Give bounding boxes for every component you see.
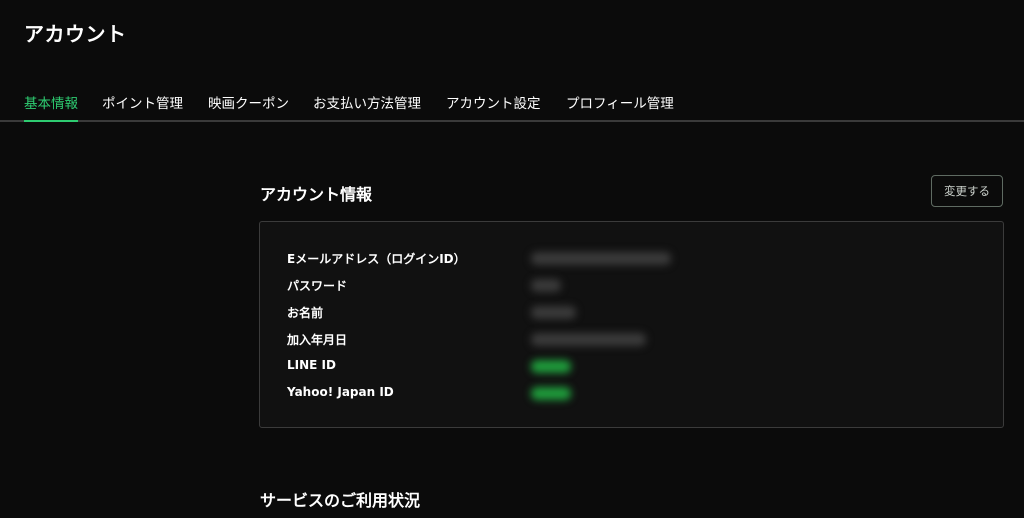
tab-movie-coupon[interactable]: 映画クーポン <box>208 92 289 120</box>
info-row-email: Eメールアドレス（ログインID） <box>287 250 987 268</box>
password-value-blurred <box>531 279 561 292</box>
join-date-value-blurred <box>531 333 646 346</box>
email-value-blurred <box>531 252 671 265</box>
account-info-card: Eメールアドレス（ログインID） パスワード お名前 加入年月日 LINE ID… <box>259 221 1004 428</box>
info-label: 加入年月日 <box>287 333 348 347</box>
account-page: アカウント 基本情報 ポイント管理 映画クーポン お支払い方法管理 アカウント設… <box>0 0 1024 518</box>
yahoo-id-value-blurred <box>531 387 571 400</box>
tab-basic-info[interactable]: 基本情報 <box>24 92 78 122</box>
tab-point-management[interactable]: ポイント管理 <box>102 92 183 120</box>
info-row-join-date: 加入年月日 <box>287 331 987 349</box>
tab-account-settings[interactable]: アカウント設定 <box>446 92 541 120</box>
tab-profile-management[interactable]: プロフィール管理 <box>566 92 674 120</box>
info-row-line-id: LINE ID <box>287 358 987 376</box>
info-label: パスワード <box>287 279 348 293</box>
tab-bar: 基本情報 ポイント管理 映画クーポン お支払い方法管理 アカウント設定 プロフィ… <box>0 92 1024 122</box>
line-id-value-blurred <box>531 360 571 373</box>
tab-payment-management[interactable]: お支払い方法管理 <box>313 92 421 120</box>
info-row-yahoo-id: Yahoo! Japan ID <box>287 385 987 403</box>
page-title: アカウント <box>24 22 127 46</box>
info-label: LINE ID <box>287 358 336 372</box>
edit-button[interactable]: 変更する <box>931 175 1003 207</box>
info-label: Eメールアドレス（ログインID） <box>287 252 466 266</box>
name-value-blurred <box>531 306 576 319</box>
info-row-name: お名前 <box>287 304 987 322</box>
info-label: Yahoo! Japan ID <box>287 385 394 399</box>
account-info-title: アカウント情報 <box>260 185 373 204</box>
info-row-password: パスワード <box>287 277 987 295</box>
info-label: お名前 <box>287 306 324 320</box>
services-title: サービスのご利用状況 <box>260 491 421 510</box>
